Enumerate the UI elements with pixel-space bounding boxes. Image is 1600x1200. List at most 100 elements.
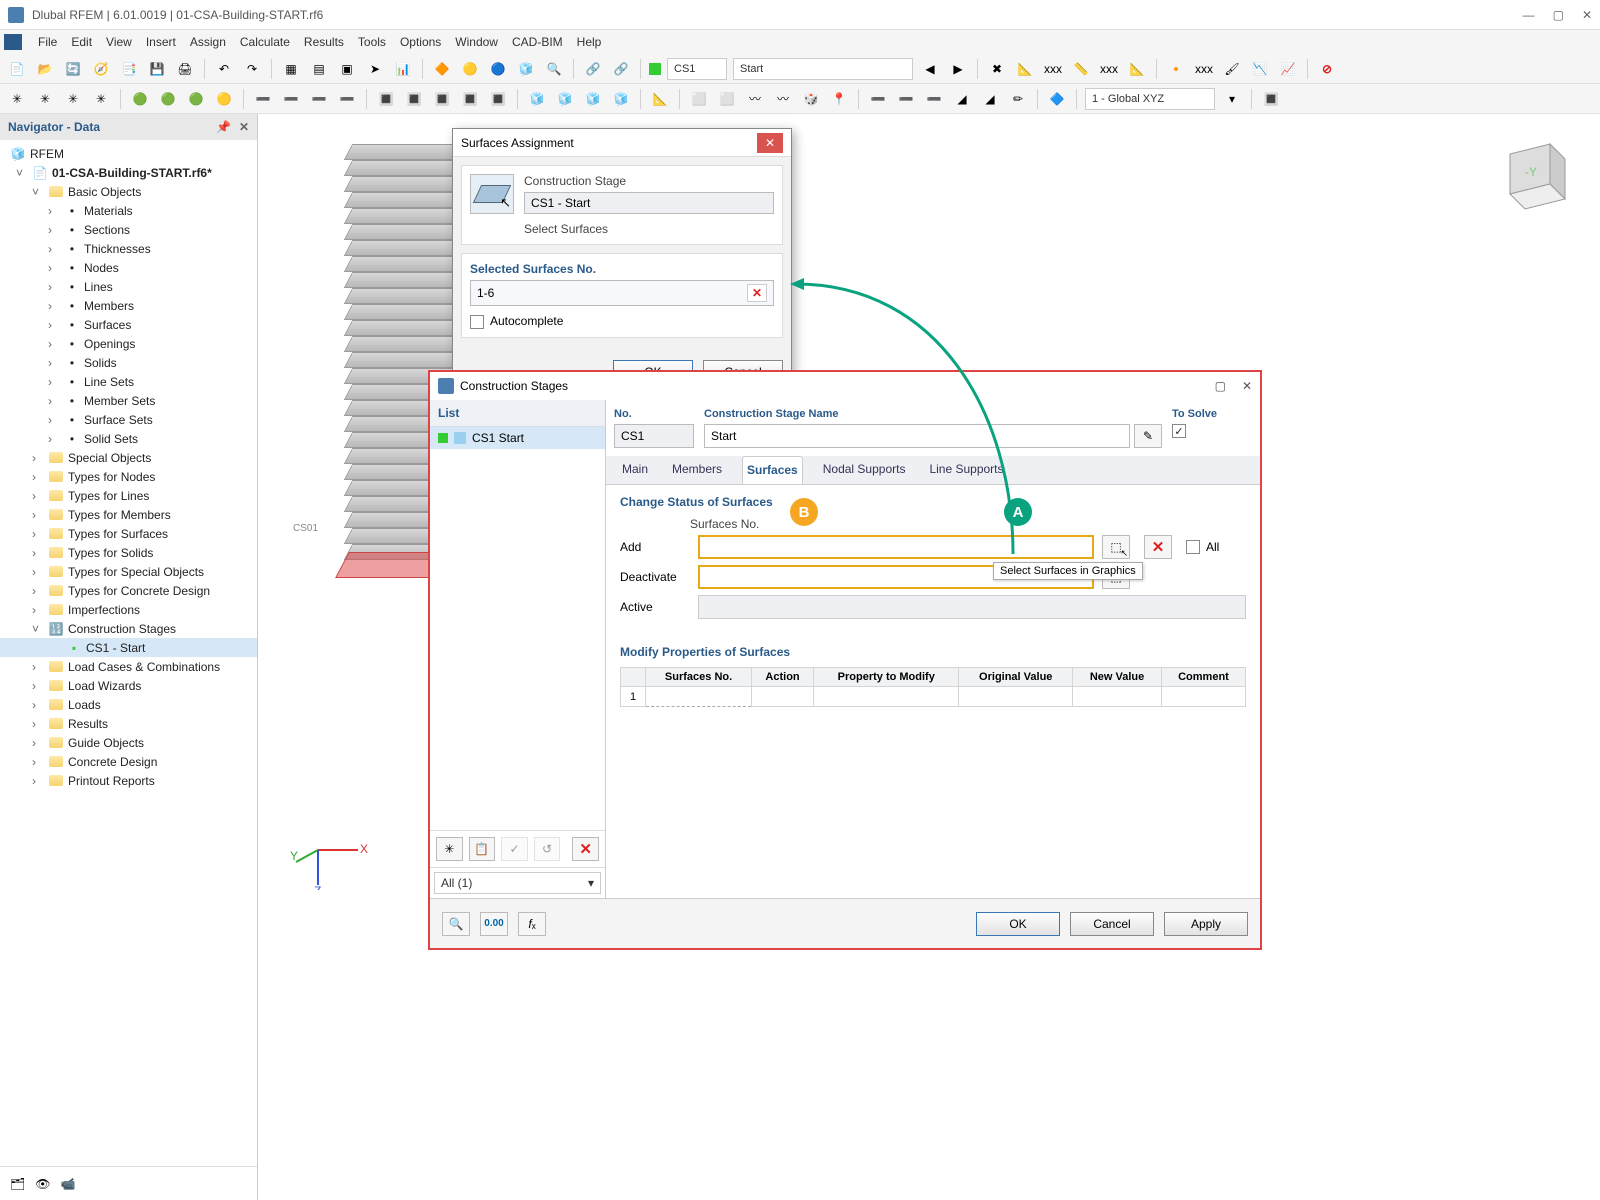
tool-c3[interactable]: 🔵 (487, 58, 509, 80)
t2-20[interactable]: 🧊 (582, 88, 604, 110)
tree-printout-reports[interactable]: ›Printout Reports (0, 771, 257, 790)
add-surfaces-input[interactable] (698, 535, 1094, 559)
clear-selection-icon[interactable]: ✕ (747, 284, 767, 302)
tree-types-for-special-objects[interactable]: ›Types for Special Objects (0, 562, 257, 581)
t2-35[interactable]: 🔷 (1046, 88, 1068, 110)
t2-16[interactable]: 🔳 (459, 88, 481, 110)
tree-materials[interactable]: ›•Materials (0, 201, 257, 220)
tab-main[interactable]: Main (618, 456, 652, 484)
cs-no-value[interactable]: CS1 (614, 424, 694, 448)
tool-nav2[interactable]: 📑 (118, 58, 140, 80)
tree-thicknesses[interactable]: ›•Thicknesses (0, 239, 257, 258)
cs-list-filter[interactable]: All (1)▾ (434, 872, 601, 894)
tool-del[interactable]: ⊘ (1316, 58, 1338, 80)
tree-members[interactable]: ›•Members (0, 296, 257, 315)
cs-close-icon[interactable]: ✕ (1242, 379, 1252, 393)
t2-29[interactable]: ➖ (867, 88, 889, 110)
nav-foot-1[interactable]: 🗂 (10, 1177, 25, 1191)
t2-8[interactable]: 🟡 (213, 88, 235, 110)
clear-add-icon[interactable]: ✕ (1144, 535, 1172, 559)
t2-28[interactable]: 📍 (828, 88, 850, 110)
tool-open[interactable]: 📂 (34, 58, 56, 80)
tool-save[interactable]: 💾 (146, 58, 168, 80)
menu-window[interactable]: Window (455, 35, 498, 49)
tree-types-for-surfaces[interactable]: ›Types for Surfaces (0, 524, 257, 543)
tree-sections[interactable]: ›•Sections (0, 220, 257, 239)
cs-copy-icon[interactable]: 📋 (469, 837, 496, 861)
tree-surfaces[interactable]: ›•Surfaces (0, 315, 257, 334)
menu-results[interactable]: Results (304, 35, 344, 49)
tool-d3[interactable]: xxx (1042, 58, 1064, 80)
tree-openings[interactable]: ›•Openings (0, 334, 257, 353)
tool-table2[interactable]: ▤ (308, 58, 330, 80)
tree-solids[interactable]: ›•Solids (0, 353, 257, 372)
t2-13[interactable]: 🔳 (375, 88, 397, 110)
tool-d1[interactable]: ✖ (986, 58, 1008, 80)
menu-file[interactable]: File (38, 35, 57, 49)
selected-surfaces-input[interactable]: 1-6 ✕ (470, 280, 774, 306)
menu-cad-bim[interactable]: CAD-BIM (512, 35, 563, 49)
tool-c4[interactable]: 🧊 (515, 58, 537, 80)
tool-link[interactable]: 🔗 (582, 58, 604, 80)
cs-cancel-button[interactable]: Cancel (1070, 912, 1154, 936)
tree-types-for-concrete-design[interactable]: ›Types for Concrete Design (0, 581, 257, 600)
t2-26[interactable]: 〰 (772, 88, 794, 110)
t2-31[interactable]: ➖ (923, 88, 945, 110)
t2-24[interactable]: ⬜ (716, 88, 738, 110)
tool-d4[interactable]: 📏 (1070, 58, 1092, 80)
tool-panel[interactable]: ▣ (336, 58, 358, 80)
tool-e4[interactable]: 📉 (1249, 58, 1271, 80)
tree-load-wizards[interactable]: ›Load Wizards (0, 676, 257, 695)
cs-delete-icon[interactable]: ✕ (572, 837, 599, 861)
tree-types-for-nodes[interactable]: ›Types for Nodes (0, 467, 257, 486)
tool-print[interactable]: 🖨 (174, 58, 196, 80)
tool-e1[interactable]: 🔸 (1165, 58, 1187, 80)
tree-basic-objects[interactable]: ˅Basic Objects (0, 182, 257, 201)
all-checkbox[interactable] (1186, 540, 1200, 554)
t2-23[interactable]: ⬜ (688, 88, 710, 110)
t2-2[interactable]: ✳ (34, 88, 56, 110)
tool-e5[interactable]: 📈 (1277, 58, 1299, 80)
tab-members[interactable]: Members (668, 456, 726, 484)
t2-30[interactable]: ➖ (895, 88, 917, 110)
t2-19[interactable]: 🧊 (554, 88, 576, 110)
tool-undo[interactable]: ↶ (213, 58, 235, 80)
t2-36[interactable]: ▾ (1221, 88, 1243, 110)
tool-d2[interactable]: 📐 (1014, 58, 1036, 80)
tree-results[interactable]: ›Results (0, 714, 257, 733)
minimize-icon[interactable]: — (1523, 8, 1535, 22)
dialog-close-icon[interactable]: ✕ (757, 133, 783, 153)
t2-17[interactable]: 🔳 (487, 88, 509, 110)
pin-icon[interactable]: 📌 (216, 120, 231, 134)
t2-7[interactable]: 🟢 (185, 88, 207, 110)
t2-18[interactable]: 🧊 (526, 88, 548, 110)
tool-prev[interactable]: ◀ (919, 58, 941, 80)
t2-12[interactable]: ➖ (336, 88, 358, 110)
tool-e3[interactable]: 🖌 (1221, 58, 1243, 80)
tool-calc[interactable]: 📊 (392, 58, 414, 80)
tree-construction-stages[interactable]: ˅🔢Construction Stages (0, 619, 257, 638)
tree-special-objects[interactable]: ›Special Objects (0, 448, 257, 467)
t2-11[interactable]: ➖ (308, 88, 330, 110)
menu-help[interactable]: Help (577, 35, 602, 49)
modify-table[interactable]: Surfaces No.ActionProperty to ModifyOrig… (620, 667, 1246, 707)
tree-solid-sets[interactable]: ›•Solid Sets (0, 429, 257, 448)
nav-foot-eye-icon[interactable]: 👁 (35, 1177, 50, 1191)
tree-guide-objects[interactable]: ›Guide Objects (0, 733, 257, 752)
t2-6[interactable]: 🟢 (157, 88, 179, 110)
menu-options[interactable]: Options (400, 35, 441, 49)
cs-maximize-icon[interactable]: ▢ (1215, 379, 1226, 393)
tool-new[interactable]: 📄 (6, 58, 28, 80)
cs-units-icon[interactable]: 0.00 (480, 912, 508, 936)
stage-name[interactable]: Start (733, 58, 913, 80)
cs-name-input[interactable]: Start (704, 424, 1130, 448)
tool-d5[interactable]: xxx (1098, 58, 1120, 80)
menu-tools[interactable]: Tools (358, 35, 386, 49)
tool-next[interactable]: ▶ (947, 58, 969, 80)
tool-table[interactable]: ▦ (280, 58, 302, 80)
tool-redo[interactable]: ↷ (241, 58, 263, 80)
tree-types-for-lines[interactable]: ›Types for Lines (0, 486, 257, 505)
dialog-titlebar[interactable]: Surfaces Assignment ✕ (453, 129, 791, 157)
t2-1[interactable]: ✳ (6, 88, 28, 110)
t2-9[interactable]: ➖ (252, 88, 274, 110)
